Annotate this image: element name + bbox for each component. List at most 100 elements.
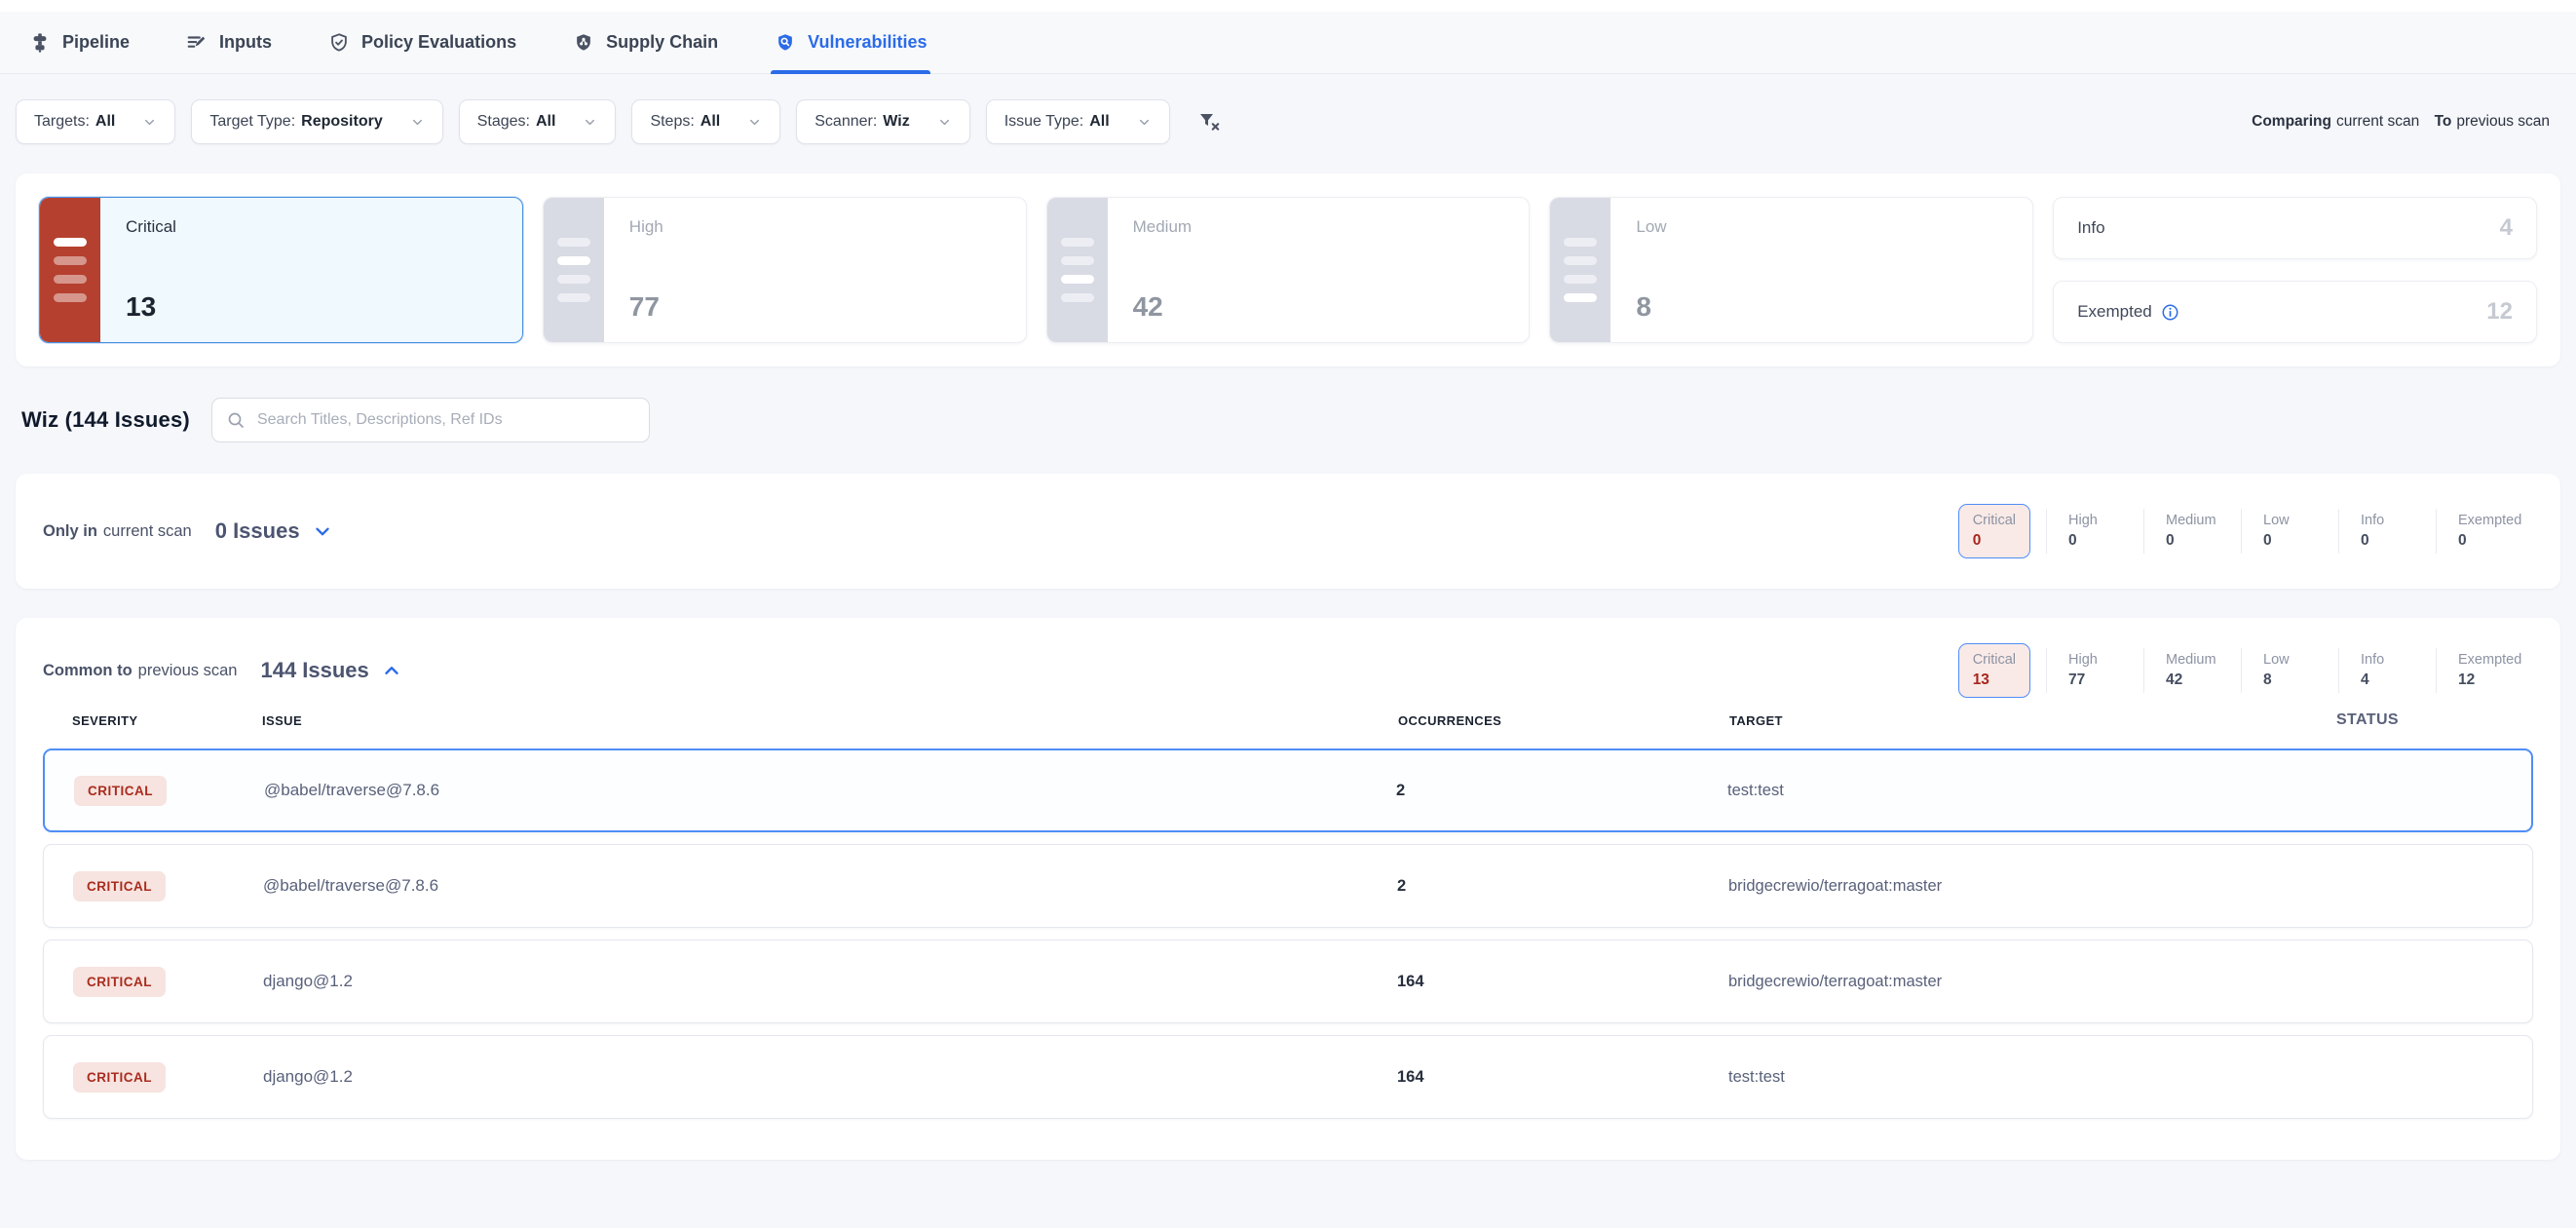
search-wrap <box>211 398 650 442</box>
filter-issue-type[interactable]: Issue Type:All <box>986 99 1170 144</box>
funnel-clear-icon[interactable] <box>1197 110 1221 134</box>
severity-bars-icon <box>544 198 604 342</box>
issue-name: django@1.2 <box>263 1067 1397 1087</box>
tab-label: Policy Evaluations <box>361 32 516 53</box>
issues-table-header: SEVERITY ISSUE OCCURRENCES TARGET STATUS <box>43 711 2533 729</box>
table-row[interactable]: CRITICAL django@1.2 164 test:test <box>43 1035 2533 1119</box>
severity-card-exempted[interactable]: Exempted 12 <box>2053 281 2537 343</box>
card-count: 12 <box>2486 298 2513 326</box>
severity-chip-info[interactable]: Info 0 <box>2338 509 2436 554</box>
table-row[interactable]: CRITICAL django@1.2 164 bridgecrewio/ter… <box>43 940 2533 1023</box>
chevron-down-icon <box>583 115 597 130</box>
comparing-label: Comparingcurrent scan Toprevious scan <box>2252 113 2560 131</box>
tab-inputs[interactable]: Inputs <box>186 12 272 73</box>
main-nav: Pipeline Inputs Policy Evaluations Suppl… <box>0 12 2576 74</box>
col-status: STATUS <box>2231 711 2504 729</box>
tab-policy-evaluations[interactable]: Policy Evaluations <box>328 12 516 73</box>
severity-chip-exempted[interactable]: Exempted 0 <box>2436 509 2533 554</box>
chevron-down-icon[interactable] <box>312 520 333 542</box>
table-row[interactable]: CRITICAL @babel/traverse@7.8.6 2 bridgec… <box>43 844 2533 928</box>
severity-bars-icon <box>1047 198 1108 342</box>
severity-card-critical[interactable]: Critical 13 <box>39 197 523 343</box>
chevron-up-icon[interactable] <box>381 660 402 681</box>
filter-stages[interactable]: Stages:All <box>459 99 617 144</box>
section-issue-count: 0 Issues <box>215 518 300 544</box>
filter-value: Wiz <box>883 113 909 131</box>
filter-target-type[interactable]: Target Type: Repository <box>191 99 442 144</box>
tab-label: Vulnerabilities <box>808 32 927 53</box>
inputs-icon <box>186 32 208 54</box>
severity-card-info[interactable]: Info 4 <box>2053 197 2537 259</box>
severity-chip-exempted[interactable]: Exempted 12 <box>2436 648 2533 693</box>
severity-chip-high[interactable]: High 0 <box>2046 509 2143 554</box>
tab-supply-chain[interactable]: Supply Chain <box>573 12 718 73</box>
severity-chip-medium[interactable]: Medium 0 <box>2143 509 2241 554</box>
card-label: Medium <box>1133 217 1192 237</box>
filter-value: All <box>1089 113 1109 131</box>
severity-chip-low[interactable]: Low 0 <box>2241 509 2338 554</box>
filter-value: All <box>701 113 720 131</box>
occurrences-value: 2 <box>1396 782 1727 800</box>
search-icon <box>226 410 246 430</box>
severity-chip-low[interactable]: Low 8 <box>2241 648 2338 693</box>
info-icon[interactable] <box>2161 303 2179 322</box>
col-severity: SEVERITY <box>72 713 262 728</box>
target-value: bridgecrewio/terragoat:master <box>1728 877 2230 896</box>
issue-name: @babel/traverse@7.8.6 <box>264 781 1396 800</box>
severity-bars-icon <box>40 198 100 342</box>
common-toggle[interactable]: Common to previous scan 144 Issues <box>43 658 402 683</box>
only-in-toggle[interactable]: Only in current scan 0 Issues <box>43 518 333 544</box>
card-count: 4 <box>2500 214 2513 242</box>
severity-summary-panel: Critical 13 High 77 Medium 42 <box>16 173 2560 366</box>
severity-card-high[interactable]: High 77 <box>543 197 1027 343</box>
filter-value: Repository <box>301 113 383 131</box>
filter-scanner[interactable]: Scanner:Wiz <box>796 99 969 144</box>
filter-label: Target Type: <box>209 113 295 131</box>
filter-bar: Targets:All Target Type: Repository Stage… <box>16 99 2560 144</box>
severity-chip-critical[interactable]: Critical 0 <box>1958 504 2030 558</box>
issue-name: @babel/traverse@7.8.6 <box>263 876 1397 896</box>
filter-steps[interactable]: Steps:All <box>631 99 780 144</box>
search-input[interactable] <box>211 398 650 442</box>
severity-chip-high[interactable]: High 77 <box>2046 648 2143 693</box>
col-target: TARGET <box>1729 713 2231 728</box>
card-label: Low <box>1636 217 1666 237</box>
severity-card-medium[interactable]: Medium 42 <box>1046 197 1531 343</box>
filter-value: All <box>536 113 555 131</box>
filter-value: All <box>95 113 115 131</box>
common-to-previous-scan-section: Common to previous scan 144 Issues Criti… <box>16 618 2560 1160</box>
occurrences-value: 164 <box>1397 1068 1728 1087</box>
severity-chip-strip: Critical 0 High 0 Medium 0 Low 0 Info <box>1958 504 2533 558</box>
info-exempted-column: Info 4 Exempted 12 <box>2053 197 2537 343</box>
pipeline-icon <box>29 32 51 54</box>
chevron-down-icon <box>142 115 157 130</box>
severity-chip-medium[interactable]: Medium 42 <box>2143 648 2241 693</box>
tab-pipeline[interactable]: Pipeline <box>29 12 130 73</box>
card-label: Exempted <box>2077 302 2179 322</box>
card-label: High <box>629 217 663 237</box>
severity-badge: CRITICAL <box>73 967 166 997</box>
severity-chip-critical[interactable]: Critical 13 <box>1958 643 2030 698</box>
severity-badge: CRITICAL <box>74 776 167 806</box>
severity-chip-info[interactable]: Info 4 <box>2338 648 2436 693</box>
issue-name: django@1.2 <box>263 972 1397 991</box>
page-content: Targets:All Target Type: Repository Stage… <box>0 99 2576 1160</box>
tab-label: Inputs <box>219 32 272 53</box>
chevron-down-icon <box>410 115 425 130</box>
chevron-down-icon <box>937 115 952 130</box>
only-in-current-scan-section: Only in current scan 0 Issues Critical 0… <box>16 474 2560 589</box>
section-issue-count: 144 Issues <box>260 658 368 683</box>
tab-vulnerabilities[interactable]: Vulnerabilities <box>775 12 927 73</box>
severity-card-low[interactable]: Low 8 <box>1549 197 2033 343</box>
col-issue: ISSUE <box>262 713 1398 728</box>
card-label: Info <box>2077 218 2104 238</box>
severity-chip-strip: Critical 13 High 77 Medium 42 Low 8 Info <box>1958 643 2533 698</box>
supply-chain-icon <box>573 32 594 54</box>
severity-badge: CRITICAL <box>73 1062 166 1093</box>
table-row[interactable]: CRITICAL @babel/traverse@7.8.6 2 test:te… <box>43 748 2533 832</box>
filter-targets[interactable]: Targets:All <box>16 99 175 144</box>
scanner-title: Wiz (144 Issues) <box>21 407 190 433</box>
tab-label: Supply Chain <box>606 32 718 53</box>
card-count: 8 <box>1636 291 1666 323</box>
tab-label: Pipeline <box>62 32 130 53</box>
